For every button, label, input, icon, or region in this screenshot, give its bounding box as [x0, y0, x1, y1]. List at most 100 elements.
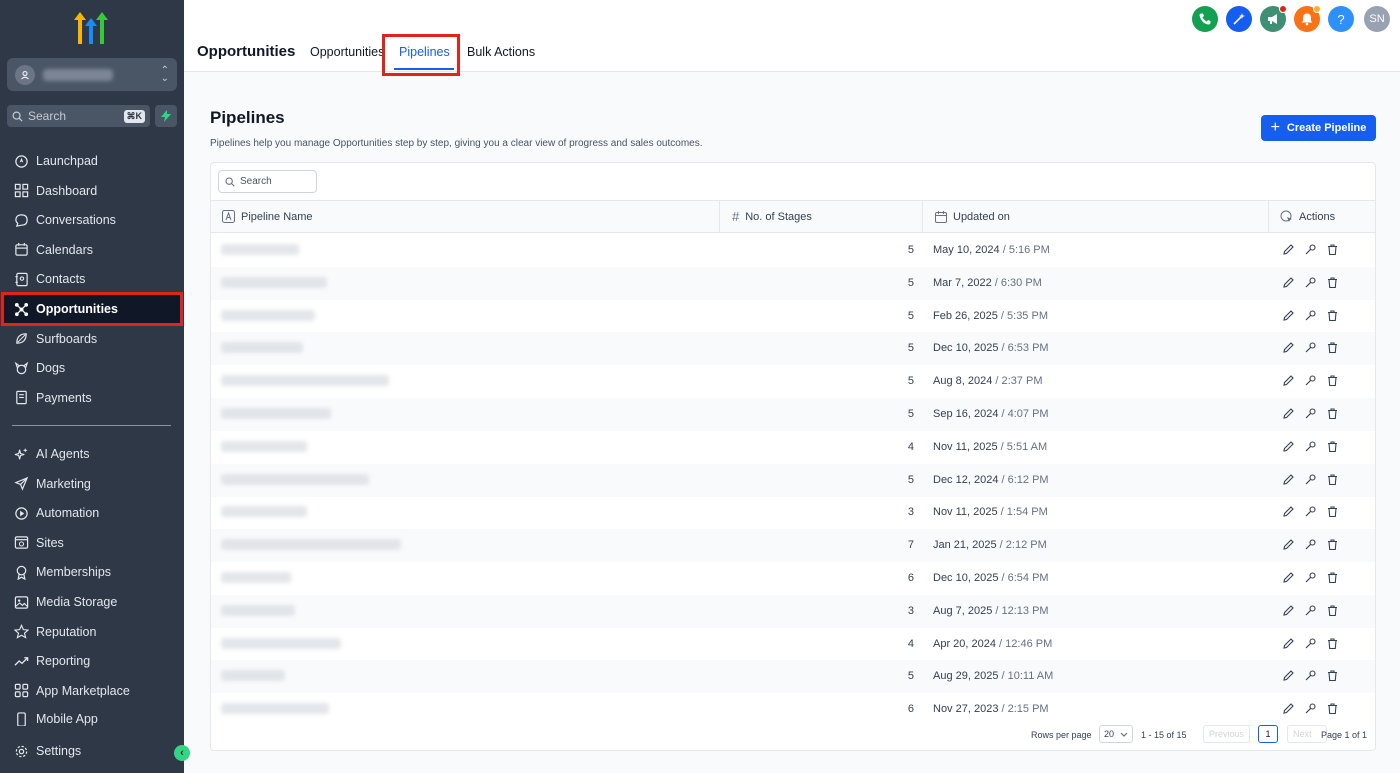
table-row[interactable]: 5 Aug 29, 2025 / 10:11 AM: [211, 660, 1375, 694]
sidebar-item-conversations[interactable]: Conversations: [4, 206, 180, 234]
edit-icon[interactable]: [1282, 276, 1295, 289]
trash-icon[interactable]: [1326, 276, 1339, 289]
key-icon[interactable]: [1304, 604, 1317, 617]
create-pipeline-button[interactable]: + Create Pipeline: [1261, 115, 1376, 141]
edit-icon[interactable]: [1282, 309, 1295, 322]
avatar[interactable]: SN: [1364, 6, 1390, 32]
notifications-button[interactable]: [1294, 5, 1321, 32]
sidebar-item-automation[interactable]: Automation: [4, 499, 180, 527]
table-row[interactable]: 4 Nov 11, 2025 / 5:51 AM: [211, 431, 1375, 464]
sidebar-item-app-marketplace[interactable]: App Marketplace: [4, 677, 180, 705]
table-row[interactable]: 6 Nov 27, 2023 / 2:15 PM: [211, 693, 1375, 726]
edit-icon[interactable]: [1282, 637, 1295, 650]
rows-per-page-select[interactable]: 20: [1099, 725, 1134, 743]
sidebar-item-launchpad[interactable]: Launchpad: [4, 147, 180, 175]
trash-icon[interactable]: [1326, 637, 1339, 650]
sidebar-item-dashboard[interactable]: Dashboard: [4, 177, 180, 205]
key-icon[interactable]: [1304, 341, 1317, 354]
table-row[interactable]: 3 Nov 11, 2025 / 1:54 PM: [211, 496, 1375, 529]
trash-icon[interactable]: [1326, 309, 1339, 322]
table-row[interactable]: 5 Dec 12, 2024 / 6:12 PM: [211, 463, 1375, 497]
key-icon[interactable]: [1304, 309, 1317, 322]
edit-icon[interactable]: [1282, 341, 1295, 354]
table-row[interactable]: 5 Sep 16, 2024 / 4:07 PM: [211, 398, 1375, 431]
column-stages[interactable]: # No. of Stages: [732, 201, 812, 232]
tab-bulk-actions[interactable]: Bulk Actions: [467, 45, 535, 59]
sidebar-item-contacts[interactable]: Contacts: [4, 265, 180, 293]
sidebar-item-mobile-app[interactable]: Mobile App: [4, 712, 180, 726]
table-row[interactable]: 5 Aug 8, 2024 / 2:37 PM: [211, 365, 1375, 398]
previous-page-button[interactable]: Previous: [1203, 725, 1251, 743]
help-button[interactable]: ?: [1328, 6, 1354, 32]
sidebar-item-marketing[interactable]: Marketing: [4, 470, 180, 498]
key-icon[interactable]: [1304, 473, 1317, 486]
sidebar-item-payments[interactable]: Payments: [4, 384, 180, 412]
key-icon[interactable]: [1304, 505, 1317, 518]
sidebar-item-media-storage[interactable]: Media Storage: [4, 588, 180, 616]
edit-icon[interactable]: [1282, 473, 1295, 486]
edit-icon[interactable]: [1282, 604, 1295, 617]
account-switcher[interactable]: ⌃ ⌄: [7, 58, 177, 91]
table-row[interactable]: 5 Dec 10, 2025 / 6:53 PM: [211, 332, 1375, 366]
sidebar-item-calendars[interactable]: Calendars: [4, 236, 180, 264]
trash-icon[interactable]: [1326, 702, 1339, 715]
edit-icon[interactable]: [1282, 702, 1295, 715]
trash-icon[interactable]: [1326, 505, 1339, 518]
sidebar-item-dogs[interactable]: Dogs: [4, 354, 180, 382]
sidebar-search[interactable]: Search ⌘K: [7, 105, 150, 127]
sidebar-item-memberships[interactable]: Memberships: [4, 558, 180, 586]
page-1-button[interactable]: 1: [1258, 725, 1278, 743]
table-row[interactable]: 5 Mar 7, 2022 / 6:30 PM: [211, 266, 1375, 300]
edit-icon[interactable]: [1282, 505, 1295, 518]
announcements-button[interactable]: [1260, 5, 1287, 32]
table-row[interactable]: 4 Apr 20, 2024 / 12:46 PM: [211, 628, 1375, 661]
sidebar-item-settings[interactable]: Settings: [4, 737, 180, 765]
sidebar-item-reputation[interactable]: Reputation: [4, 618, 180, 646]
trash-icon[interactable]: [1326, 374, 1339, 387]
quick-actions-button[interactable]: [155, 105, 177, 127]
trash-icon[interactable]: [1326, 243, 1339, 256]
trash-icon[interactable]: [1326, 571, 1339, 584]
key-icon[interactable]: [1304, 243, 1317, 256]
key-icon[interactable]: [1304, 571, 1317, 584]
key-icon[interactable]: [1304, 637, 1317, 650]
tab-opportunities[interactable]: Opportunities: [310, 45, 384, 59]
key-icon[interactable]: [1304, 276, 1317, 289]
column-pipeline-name[interactable]: Pipeline Name: [222, 201, 313, 232]
trash-icon[interactable]: [1326, 440, 1339, 453]
trash-icon[interactable]: [1326, 341, 1339, 354]
key-icon[interactable]: [1304, 702, 1317, 715]
trash-icon[interactable]: [1326, 407, 1339, 420]
sidebar-item-sites[interactable]: Sites: [4, 529, 180, 557]
table-row[interactable]: 7 Jan 21, 2025 / 2:12 PM: [211, 529, 1375, 563]
key-icon[interactable]: [1304, 538, 1317, 551]
key-icon[interactable]: [1304, 407, 1317, 420]
edit-icon[interactable]: [1282, 669, 1295, 682]
table-row[interactable]: 3 Aug 7, 2025 / 12:13 PM: [211, 594, 1375, 628]
edit-icon[interactable]: [1282, 374, 1295, 387]
table-row[interactable]: 5 May 10, 2024 / 5:16 PM: [211, 234, 1375, 267]
key-icon[interactable]: [1304, 440, 1317, 453]
trash-icon[interactable]: [1326, 669, 1339, 682]
trash-icon[interactable]: [1326, 604, 1339, 617]
trash-icon[interactable]: [1326, 473, 1339, 486]
table-row[interactable]: 6 Dec 10, 2025 / 6:54 PM: [211, 562, 1375, 595]
edit-icon[interactable]: [1282, 407, 1295, 420]
trash-icon[interactable]: [1326, 538, 1339, 551]
ai-assistant-button[interactable]: [1226, 6, 1252, 32]
phone-button[interactable]: [1192, 6, 1218, 32]
edit-icon[interactable]: [1282, 538, 1295, 551]
key-icon[interactable]: [1304, 669, 1317, 682]
column-updated-on[interactable]: Updated on: [935, 201, 1010, 232]
key-icon[interactable]: [1304, 374, 1317, 387]
table-search-input[interactable]: Search: [218, 170, 317, 193]
sidebar-item-reporting[interactable]: Reporting: [4, 647, 180, 675]
sidebar-item-surfboards[interactable]: Surfboards: [4, 325, 180, 353]
edit-icon[interactable]: [1282, 571, 1295, 584]
collapse-sidebar-button[interactable]: ‹: [174, 745, 190, 761]
edit-icon[interactable]: [1282, 243, 1295, 256]
edit-icon[interactable]: [1282, 440, 1295, 453]
sidebar-item-opportunities[interactable]: Opportunities: [1, 292, 183, 326]
table-row[interactable]: 5 Feb 26, 2025 / 5:35 PM: [211, 300, 1375, 333]
sidebar-item-ai-agents[interactable]: AI Agents: [4, 440, 180, 468]
